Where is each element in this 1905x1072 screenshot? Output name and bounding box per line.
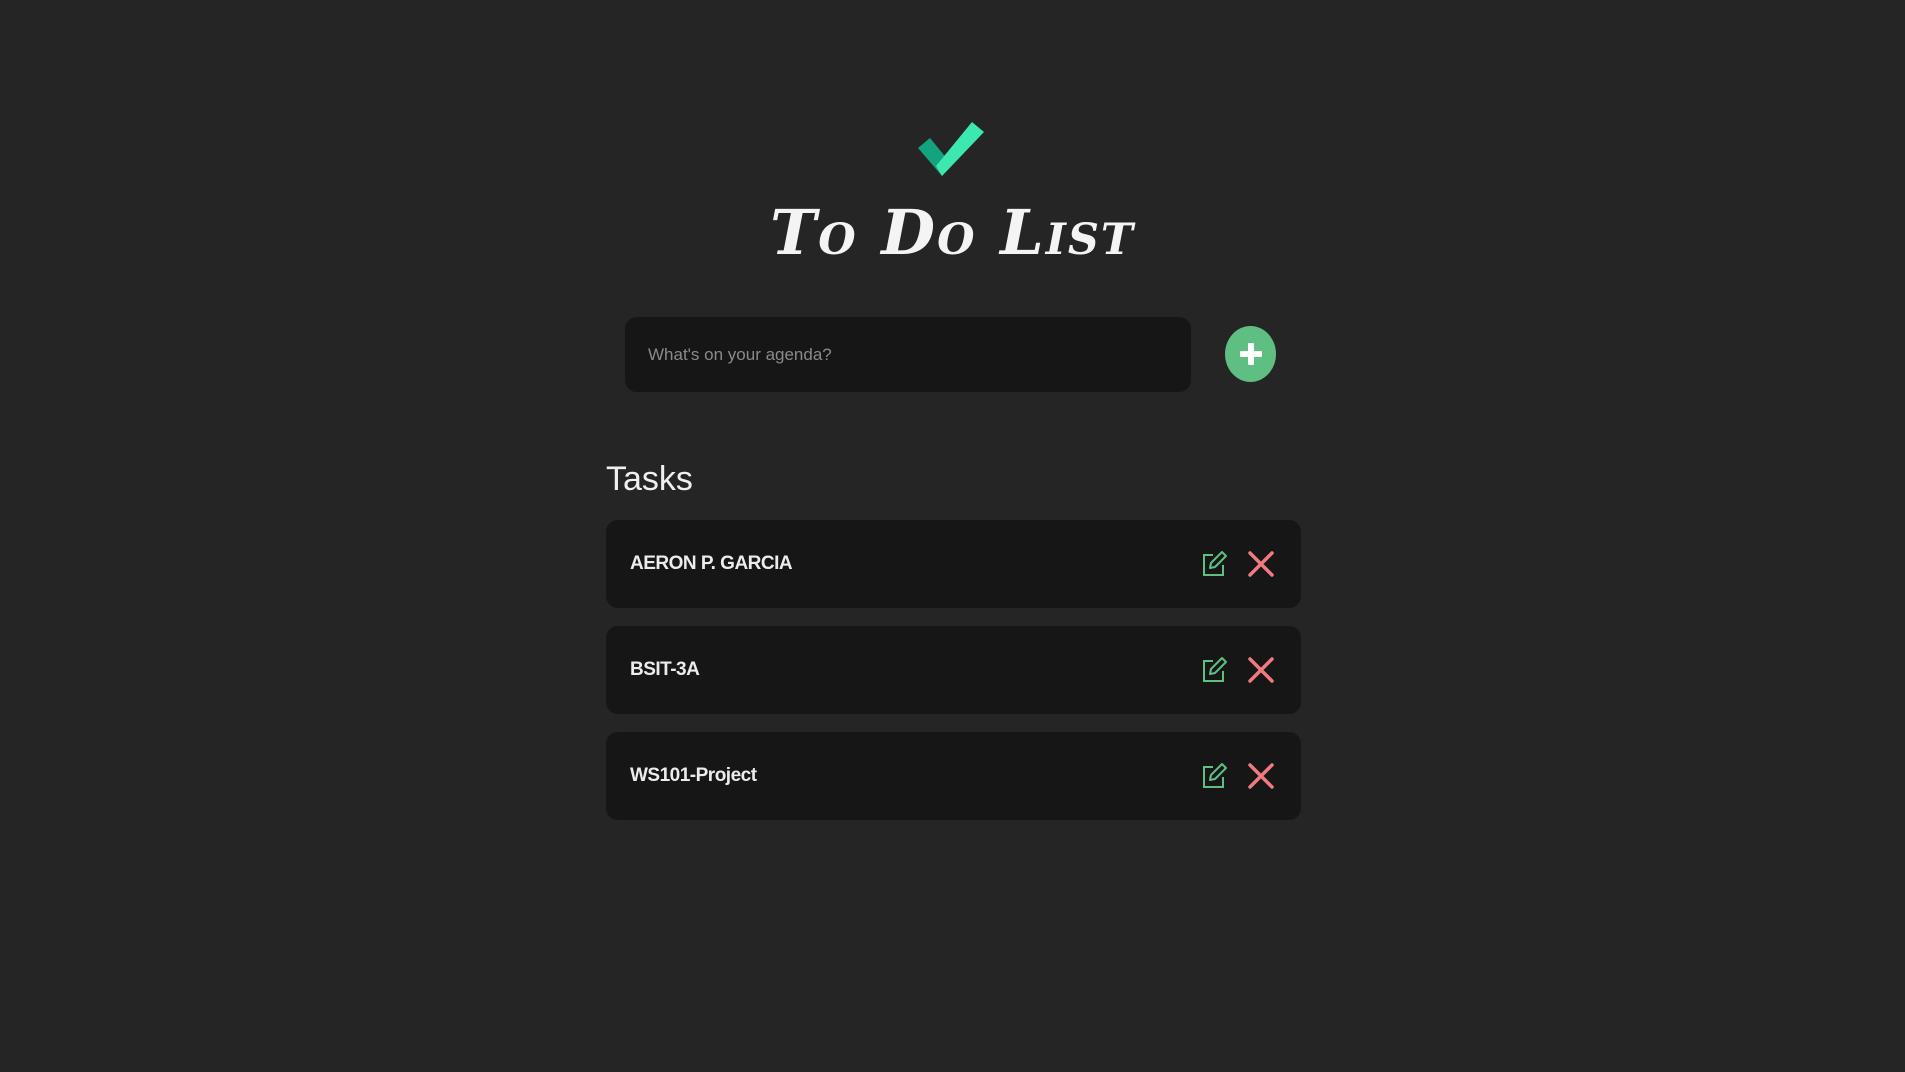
edit-icon[interactable] [1200, 656, 1228, 684]
close-icon[interactable] [1247, 762, 1275, 790]
edit-icon[interactable] [1200, 762, 1228, 790]
task-item: BSIT-3A [606, 626, 1301, 714]
close-icon[interactable] [1247, 656, 1275, 684]
task-label: WS101-Project [630, 765, 757, 786]
task-label: BSIT-3A [630, 659, 700, 680]
edit-icon[interactable] [1200, 550, 1228, 578]
task-label: AERON P. GARCIA [630, 553, 793, 574]
task-item: WS101-Project [606, 732, 1301, 820]
task-item: AERON P. GARCIA [606, 520, 1301, 608]
close-icon[interactable] [1247, 550, 1275, 578]
plus-icon [1239, 343, 1262, 365]
page-title: To Do List [770, 196, 1135, 269]
todo-app: To Do List Tasks AERON P. GARCIA BSIT-3A… [0, 0, 1905, 1072]
add-task-button[interactable] [1225, 326, 1276, 382]
new-task-field-container [625, 317, 1191, 392]
checkmark-icon [918, 122, 984, 176]
new-task-input[interactable] [625, 317, 1191, 392]
tasks-heading: Tasks [606, 460, 693, 498]
